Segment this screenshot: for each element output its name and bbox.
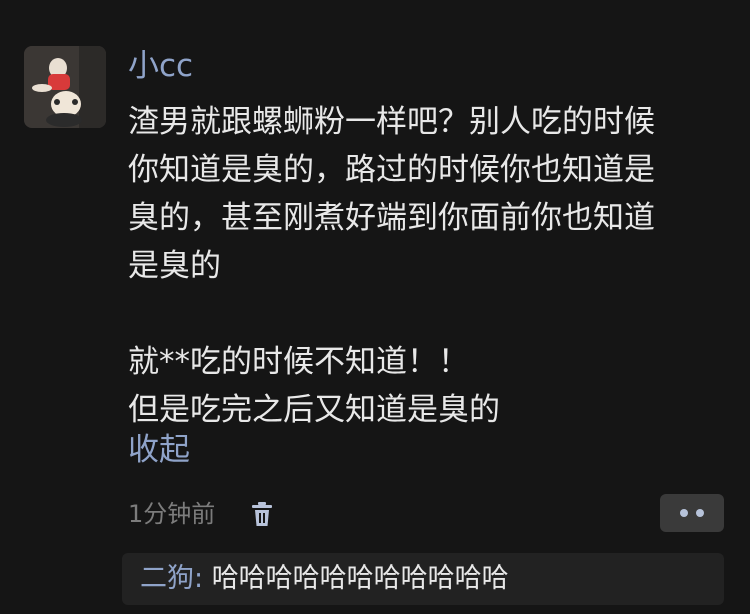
username[interactable]: 小cc [128, 46, 193, 86]
comment-card: 小cc 渣男就跟螺蛳粉一样吧？别人吃的时候 你知道是臭的，路过的时候你也知道是 … [0, 0, 750, 614]
reply-author[interactable]: 二狗 [140, 563, 194, 594]
avatar-image [24, 46, 106, 128]
collapse-button[interactable]: 收起 [128, 428, 190, 472]
reply-preview[interactable]: 二狗: 哈哈哈哈哈哈哈哈哈哈哈 [122, 553, 724, 605]
comment-line: 但是吃完之后又知道是臭的 [128, 392, 500, 428]
more-dots-icon [696, 509, 704, 517]
comment-line: 你知道是臭的，路过的时候你也知道是 [128, 152, 655, 188]
comment-content: 渣男就跟螺蛳粉一样吧？别人吃的时候 你知道是臭的，路过的时候你也知道是 臭的，甚… [128, 98, 728, 434]
comment-line: 是臭的 [128, 248, 221, 284]
comment-line: 就**吃的时候不知道！！ [128, 344, 469, 380]
timestamp: 1分钟前 [128, 500, 216, 528]
more-dots-icon [680, 509, 688, 517]
avatar[interactable] [24, 46, 106, 128]
reply-text: 哈哈哈哈哈哈哈哈哈哈哈 [211, 563, 509, 594]
comment-line: 臭的，甚至刚煮好端到你面前你也知道 [128, 200, 655, 236]
more-button[interactable] [660, 494, 724, 532]
reply-separator: : [194, 563, 212, 594]
trash-icon[interactable] [247, 499, 277, 529]
comment-line: 渣男就跟螺蛳粉一样吧？别人吃的时候 [128, 104, 655, 140]
reply-line: 二狗: 哈哈哈哈哈哈哈哈哈哈哈 [140, 561, 509, 597]
